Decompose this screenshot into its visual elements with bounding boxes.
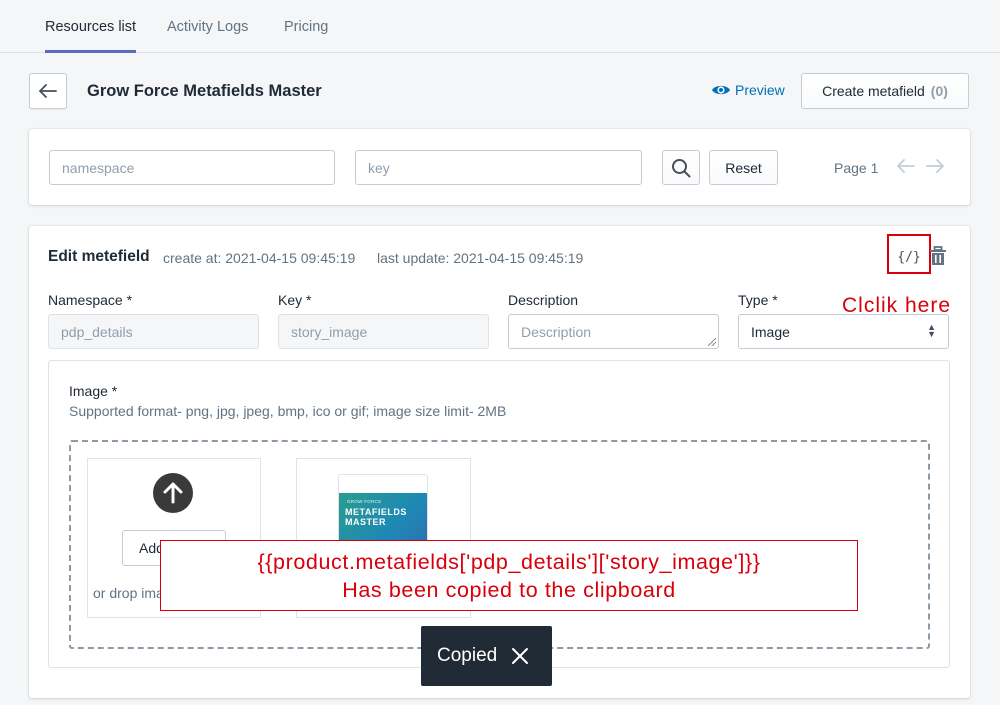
image-label: Image * — [69, 383, 118, 399]
logo-text: METAFIELDS MASTER — [345, 507, 407, 527]
create-metafield-button[interactable]: Create metafield (0) — [801, 73, 969, 109]
description-field[interactable]: Description — [508, 314, 719, 349]
preview-link[interactable]: Preview — [711, 80, 785, 100]
back-button[interactable] — [29, 73, 67, 109]
select-arrows-icon: ▲ ▼ — [927, 322, 936, 339]
copy-liquid-code-icon[interactable]: {/} — [890, 242, 928, 272]
updated-at: last update: 2021-04-15 09:45:19 — [377, 250, 584, 266]
next-page-icon[interactable] — [926, 157, 944, 177]
filter-card: namespace key Reset Page 1 — [29, 129, 970, 205]
key-search-input[interactable]: key — [355, 150, 642, 185]
key-field: story_image — [278, 314, 489, 349]
copied-message: Has been copied to the clipboard — [342, 577, 676, 602]
search-button[interactable] — [662, 150, 700, 185]
search-icon — [672, 158, 691, 177]
namespace-label: Namespace * — [48, 292, 133, 308]
eye-icon — [712, 85, 730, 95]
namespace-field: pdp_details — [48, 314, 259, 349]
reset-button[interactable]: Reset — [709, 150, 778, 185]
page-title: Grow Force Metafields Master — [87, 82, 322, 100]
trash-icon[interactable] — [929, 246, 947, 271]
key-label: Key * — [278, 292, 312, 308]
edit-title: Edit metefield — [48, 248, 150, 265]
resize-handle-icon[interactable] — [708, 338, 716, 346]
page-indicator: Page 1 — [834, 160, 879, 176]
tab-pricing[interactable]: Pricing — [284, 0, 328, 53]
image-thumbnail: GROW FORCE METAFIELDS MASTER — [338, 474, 428, 548]
tab-resources-list[interactable]: Resources list — [45, 0, 137, 53]
click-here-annotation: Clclik here — [842, 294, 952, 317]
upload-arrow-icon — [153, 473, 193, 513]
copied-code-annotation: {{product.metafields['pdp_details']['sto… — [160, 540, 858, 611]
toast-label: Copied — [437, 645, 498, 666]
preview-label: Preview — [735, 82, 785, 98]
description-label: Description — [508, 292, 579, 308]
metafield-count: (0) — [930, 83, 948, 99]
copied-toast: Copied — [421, 626, 552, 686]
type-select[interactable]: Image ▲ ▼ — [738, 314, 949, 349]
type-select-value: Image — [751, 323, 790, 340]
type-label: Type * — [738, 292, 778, 308]
image-section: Image * Supported format- png, jpg, jpeg… — [48, 360, 950, 668]
tab-bar: Resources list Activity Logs Pricing — [0, 0, 1000, 53]
namespace-search-input[interactable]: namespace — [49, 150, 335, 185]
close-icon[interactable] — [511, 647, 529, 665]
create-metafield-label: Create metafield — [822, 83, 925, 99]
copied-code-text: {{product.metafields['pdp_details']['sto… — [257, 549, 761, 574]
prev-page-icon[interactable] — [897, 157, 915, 177]
description-placeholder: Description — [521, 323, 592, 340]
tab-activity-logs[interactable]: Activity Logs — [167, 0, 248, 53]
created-at: create at: 2021-04-15 09:45:19 — [163, 250, 356, 266]
arrow-left-icon — [39, 84, 57, 98]
image-help-text: Supported format- png, jpg, jpeg, bmp, i… — [69, 403, 507, 419]
logo-small-text: GROW FORCE — [347, 499, 382, 504]
